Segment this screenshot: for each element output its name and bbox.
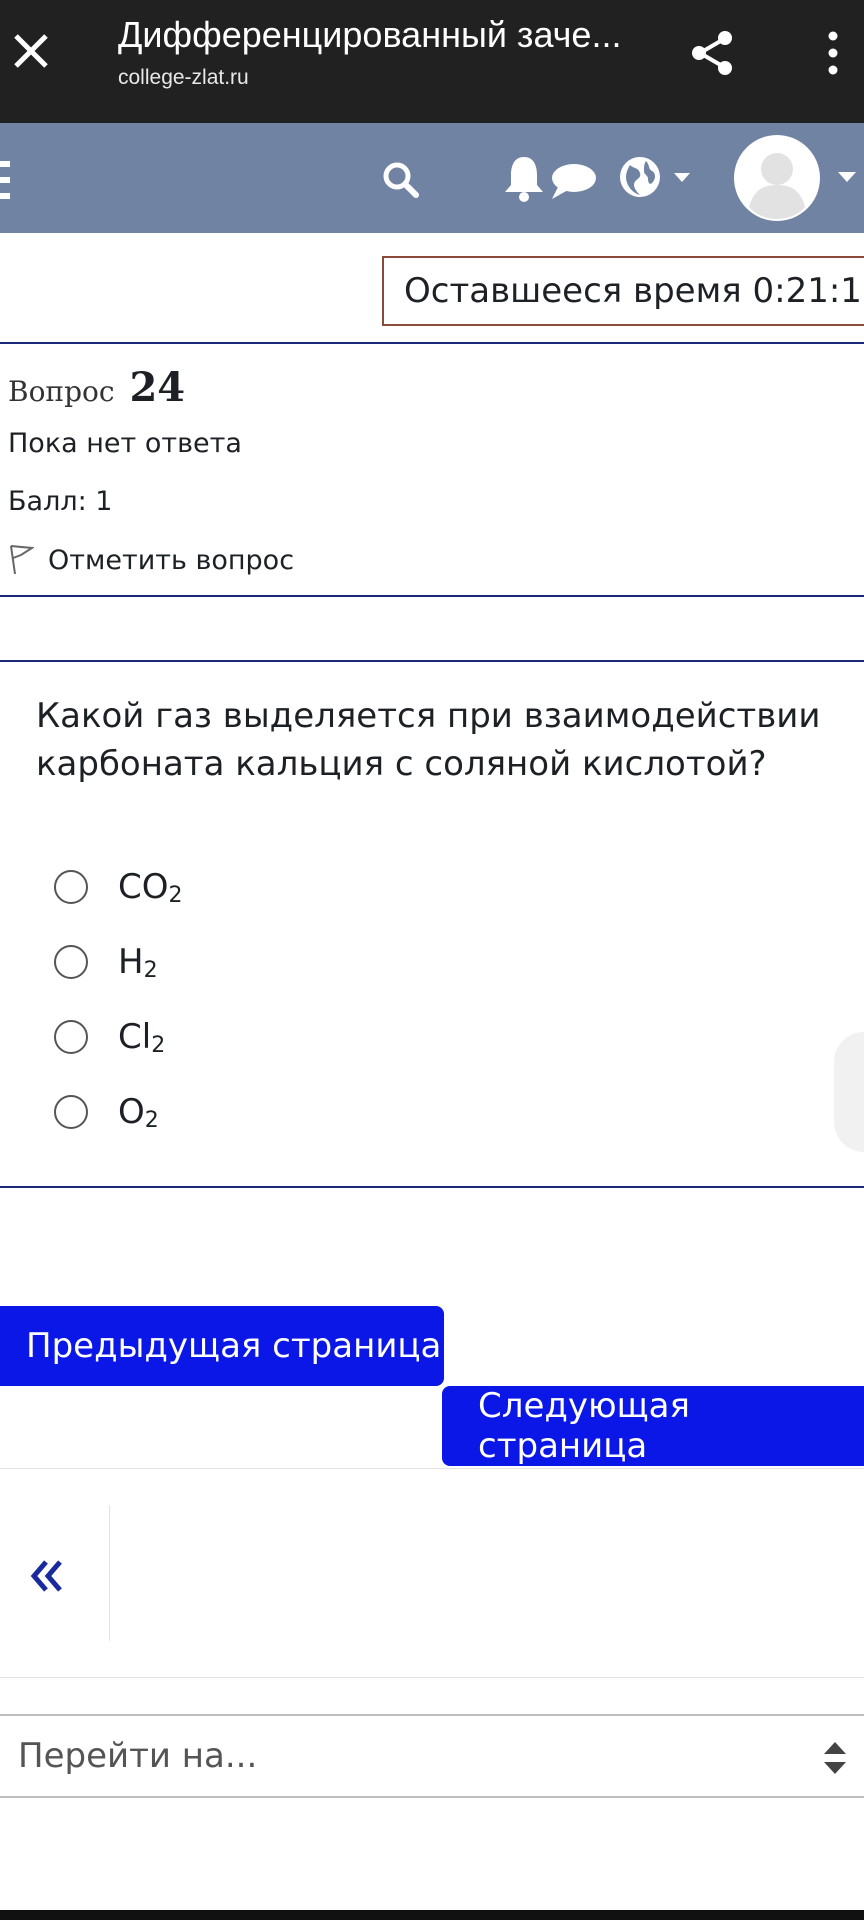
answer-option[interactable]: O2 bbox=[54, 1087, 159, 1137]
question-info: Вопрос 24 Пока нет ответа Балл: 1 Отмети… bbox=[0, 342, 864, 597]
question-grade: Балл: 1 bbox=[8, 486, 113, 517]
question-content: Какой газ выделяется при взаимодействии … bbox=[0, 660, 864, 1188]
browser-toolbar: Дифференцированный заче... college-zlat.… bbox=[0, 0, 864, 123]
menu-icon[interactable] bbox=[0, 161, 12, 199]
quiz-timer: Оставшееся время 0:21:10 bbox=[382, 256, 864, 326]
site-navbar bbox=[0, 123, 864, 233]
select-arrows-icon bbox=[822, 1738, 848, 1778]
answer-option[interactable]: H2 bbox=[54, 937, 158, 987]
answer-label: H2 bbox=[118, 941, 158, 983]
next-page-button[interactable]: Следующая страница bbox=[442, 1386, 864, 1466]
search-icon[interactable] bbox=[380, 159, 422, 201]
question-state: Пока нет ответа bbox=[8, 428, 242, 459]
answer-label: O2 bbox=[118, 1091, 159, 1133]
question-number: 24 bbox=[129, 364, 186, 411]
browser-page-url: college-zlat.ru bbox=[118, 66, 249, 89]
jump-to-placeholder: Перейти на... bbox=[18, 1736, 258, 1776]
answer-label: Cl2 bbox=[118, 1016, 166, 1058]
browser-page-title: Дифференцированный заче... bbox=[118, 14, 622, 55]
more-options-icon[interactable] bbox=[818, 30, 848, 76]
flag-question-label: Отметить вопрос bbox=[48, 544, 295, 576]
side-drawer-tab[interactable] bbox=[834, 1032, 864, 1152]
question-label-row: Вопрос 24 bbox=[8, 364, 185, 411]
radio-button[interactable] bbox=[54, 1095, 88, 1129]
share-icon[interactable] bbox=[688, 28, 738, 78]
question-text: Какой газ выделяется при взаимодействии … bbox=[36, 696, 821, 784]
flag-question-button[interactable]: Отметить вопрос bbox=[8, 542, 294, 578]
question-label: Вопрос bbox=[8, 375, 115, 408]
user-avatar-menu[interactable] bbox=[732, 133, 864, 223]
messages-icon[interactable] bbox=[548, 161, 598, 201]
system-navigation-bar bbox=[0, 1910, 864, 1920]
radio-button[interactable] bbox=[54, 945, 88, 979]
flag-icon bbox=[8, 544, 35, 576]
radio-button[interactable] bbox=[54, 870, 88, 904]
double-chevron-left-icon[interactable] bbox=[20, 1546, 80, 1606]
jump-to-select[interactable]: Перейти на... bbox=[0, 1714, 864, 1798]
close-icon[interactable] bbox=[10, 30, 52, 72]
divider bbox=[0, 1468, 864, 1469]
language-globe-icon[interactable] bbox=[618, 155, 698, 201]
answer-label: CO2 bbox=[118, 866, 183, 908]
divider bbox=[0, 1677, 864, 1678]
answer-option[interactable]: CO2 bbox=[54, 862, 183, 912]
divider bbox=[109, 1505, 110, 1641]
radio-button[interactable] bbox=[54, 1020, 88, 1054]
answer-option[interactable]: Cl2 bbox=[54, 1012, 165, 1062]
previous-page-button[interactable]: Предыдущая страница bbox=[0, 1306, 444, 1386]
notifications-bell-icon[interactable] bbox=[502, 153, 546, 203]
